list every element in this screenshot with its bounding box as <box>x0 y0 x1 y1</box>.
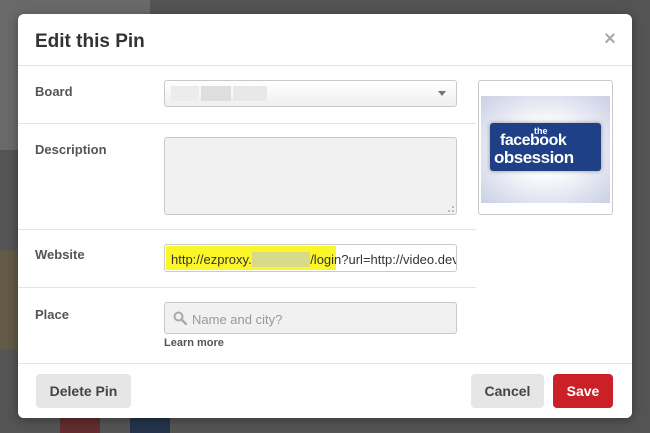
chevron-down-icon <box>438 91 446 96</box>
board-label: Board <box>35 84 73 99</box>
logo-text-obsession: obsession <box>494 148 574 167</box>
dialog-title: Edit this Pin <box>35 31 145 52</box>
place-placeholder: Name and city? <box>192 312 283 327</box>
edit-pin-dialog: Edit this Pin × Board Description Websit… <box>18 14 632 418</box>
dialog-footer: Delete Pin Cancel Save <box>18 363 632 418</box>
facebook-obsession-image: the facebook obsession <box>481 96 610 203</box>
search-icon <box>173 311 187 325</box>
website-url: http://ezproxy.xxxxxxxxx/login?url=http:… <box>171 252 457 267</box>
description-label: Description <box>35 142 107 157</box>
url-part-1: http://ezproxy. <box>171 252 252 267</box>
place-search-input[interactable]: Name and city? <box>164 302 457 334</box>
redacted-domain: xxxxxxxxx <box>251 252 311 267</box>
redacted-board-name <box>171 86 199 101</box>
resize-handle-icon[interactable] <box>448 206 454 212</box>
website-label: Website <box>35 247 85 262</box>
cancel-button[interactable]: Cancel <box>471 374 544 408</box>
learn-more-link[interactable]: Learn more <box>164 337 224 349</box>
url-part-2: /login? <box>310 252 349 267</box>
dialog-header: Edit this Pin × <box>18 14 632 66</box>
save-button[interactable]: Save <box>553 374 613 408</box>
place-label: Place <box>35 307 69 322</box>
redacted-board-name <box>201 86 231 101</box>
website-input[interactable]: http://ezproxy.xxxxxxxxx/login?url=http:… <box>164 244 457 272</box>
pin-image-preview: the facebook obsession <box>478 80 613 215</box>
facebook-obsession-logo: the facebook obsession <box>490 123 601 171</box>
url-part-3: url=http://video.dev.i <box>348 252 457 267</box>
delete-pin-button[interactable]: Delete Pin <box>36 374 131 408</box>
close-icon[interactable]: × <box>602 29 618 49</box>
board-select[interactable] <box>164 80 457 107</box>
description-textarea[interactable] <box>164 137 457 215</box>
redacted-board-name <box>233 86 267 101</box>
